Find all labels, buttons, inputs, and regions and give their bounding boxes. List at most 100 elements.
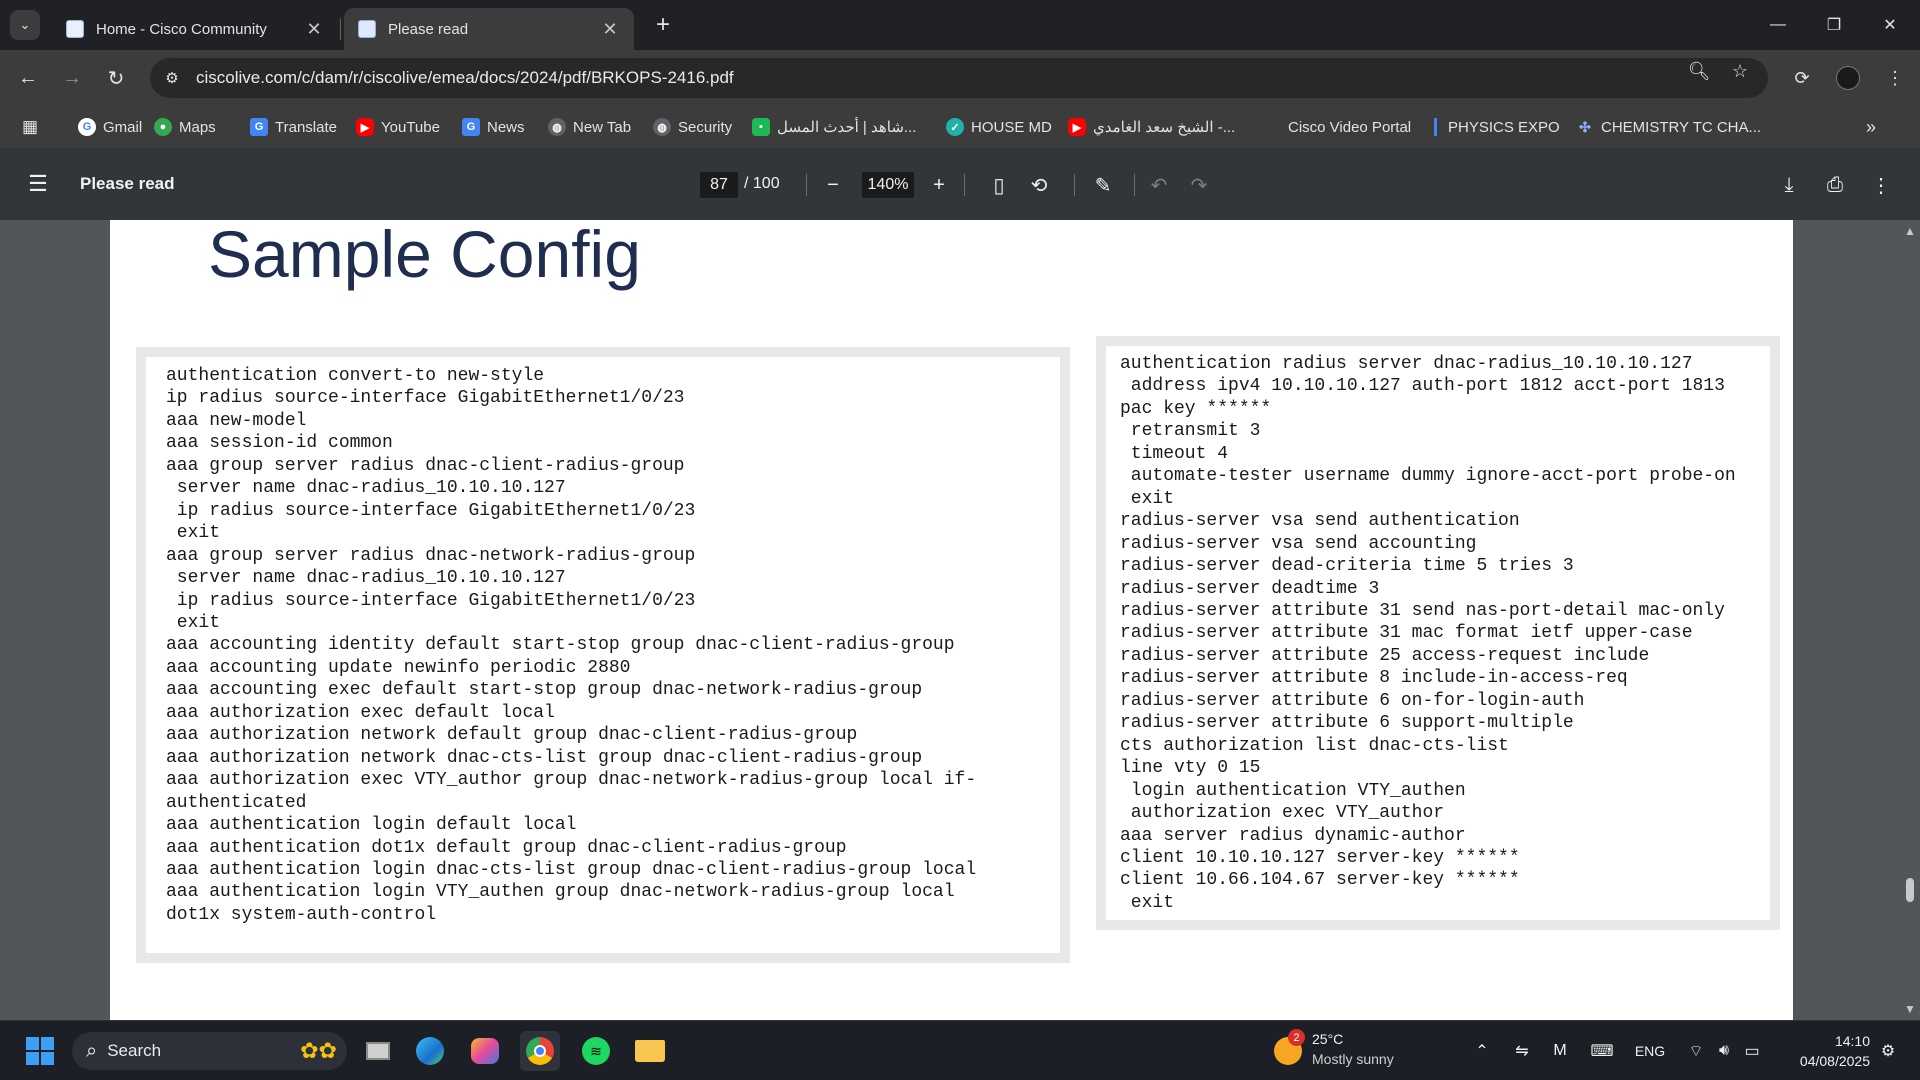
- tab-search-button[interactable]: ⌄: [10, 10, 40, 40]
- bookmarks-bar: ▦ G Gmail ● Maps G Translate ▶ YouTube G…: [0, 106, 1920, 148]
- new-tab-button[interactable]: +: [650, 11, 676, 38]
- zoom-input[interactable]: 140%: [862, 172, 914, 198]
- browser-menu-icon[interactable]: ⋮: [1880, 63, 1910, 93]
- restore-button[interactable]: ❐: [1814, 10, 1854, 40]
- copilot-icon: [471, 1038, 499, 1064]
- url-text[interactable]: ciscolive.com/c/dam/r/ciscolive/emea/doc…: [196, 68, 1768, 88]
- toolbar-divider: [806, 174, 807, 196]
- pdf-viewer[interactable]: Sample Config authentication convert-to …: [0, 220, 1920, 1020]
- restore-icon: ❐: [1826, 17, 1842, 34]
- clock-time: 14:10: [1834, 1033, 1870, 1049]
- annotate-icon[interactable]: ✎: [1090, 172, 1116, 198]
- bookmark-label: New Tab: [573, 118, 632, 136]
- page-total: / 100: [744, 175, 780, 192]
- bookmark-label: شاهد | أحدث المسل...: [777, 119, 917, 136]
- bookmark-shahid[interactable]: ▪ شاهد | أحدث المسل...: [752, 115, 916, 139]
- task-view-icon: [366, 1042, 390, 1060]
- fit-page-icon[interactable]: ▯: [986, 172, 1012, 198]
- slide-title: Sample Config: [208, 220, 641, 291]
- tab-please-read[interactable]: Please read ✕: [344, 8, 634, 50]
- reload-button[interactable]: ↻: [101, 63, 131, 93]
- address-bar[interactable]: ⚙ ciscolive.com/c/dam/r/ciscolive/emea/d…: [150, 58, 1768, 98]
- battery-icon[interactable]: ▭: [1740, 1039, 1764, 1063]
- folder-icon: [635, 1040, 665, 1062]
- weather-temperature: 25°C: [1312, 1031, 1344, 1047]
- zoom-in-icon[interactable]: +: [926, 172, 952, 198]
- sliders-icon[interactable]: ⇋: [1510, 1039, 1534, 1063]
- cisco-favicon-icon: [358, 20, 376, 38]
- copilot-app[interactable]: [465, 1031, 505, 1071]
- close-tab-icon[interactable]: ✕: [600, 19, 620, 39]
- wifi-icon[interactable]: ⌔: [1684, 1039, 1708, 1063]
- download-icon[interactable]: ⤓: [1776, 172, 1802, 198]
- bookmark-new-tab[interactable]: ◍ New Tab: [548, 115, 631, 139]
- edge-icon: [416, 1037, 444, 1065]
- undo-icon[interactable]: ↶: [1146, 172, 1172, 198]
- tab-separator: [340, 18, 341, 40]
- meet-icon[interactable]: M: [1548, 1039, 1572, 1063]
- forward-button[interactable]: →: [57, 63, 87, 93]
- keyboard-icon[interactable]: ⌨: [1590, 1039, 1614, 1063]
- page-number-input[interactable]: 87: [700, 172, 738, 198]
- globe-icon: ◍: [548, 118, 566, 136]
- file-explorer-app[interactable]: [630, 1031, 670, 1071]
- scroll-down-icon[interactable]: ▼: [1903, 1002, 1917, 1016]
- close-tab-icon[interactable]: ✕: [304, 19, 324, 39]
- zoom-icon[interactable]: 🔍︎: [1688, 60, 1711, 82]
- redo-icon[interactable]: ↷: [1186, 172, 1212, 198]
- windows-taskbar: ⌕ Search ✿✿ ≋ 2 25°C Mostly sunny ⌃ ⇋ M …: [0, 1020, 1920, 1080]
- toolbar-divider: [964, 174, 965, 196]
- minimize-button[interactable]: —: [1758, 10, 1798, 40]
- weather-widget[interactable]: 2 25°C Mostly sunny: [1274, 1029, 1414, 1073]
- bookmark-gmail[interactable]: G Gmail: [78, 115, 142, 139]
- bookmark-label: Gmail: [103, 118, 143, 136]
- bookmark-saad-alghamdi[interactable]: ▶ الشيخ سعد الغامدي -...: [1068, 115, 1235, 139]
- back-button[interactable]: ←: [13, 63, 43, 93]
- bookmark-house-md[interactable]: ✓ HOUSE MD: [946, 115, 1052, 139]
- chrome-app[interactable]: [520, 1031, 560, 1071]
- molecule-icon: ✣: [1579, 118, 1591, 135]
- zoom-out-icon[interactable]: −: [820, 172, 846, 198]
- arrow-left-icon: ←: [18, 66, 38, 89]
- pdf-menu-icon[interactable]: ☰: [26, 171, 50, 196]
- apps-icon[interactable]: ▦: [22, 115, 38, 139]
- language-indicator[interactable]: ENG: [1632, 1039, 1668, 1063]
- print-icon[interactable]: ⎙: [1822, 172, 1848, 198]
- profile-avatar[interactable]: [1833, 63, 1863, 93]
- site-info-icon[interactable]: ⚙: [162, 69, 182, 87]
- taskbar-search[interactable]: ⌕ Search ✿✿: [72, 1032, 347, 1070]
- house-md-icon: ✓: [946, 118, 964, 136]
- more-actions-icon[interactable]: ⋮: [1868, 172, 1894, 198]
- notifications-icon[interactable]: ⚙: [1876, 1039, 1900, 1063]
- bookmark-physics-expo[interactable]: PHYSICS EXPO: [1434, 115, 1560, 139]
- bookmark-news[interactable]: G News: [462, 115, 525, 139]
- bookmark-security[interactable]: ◍ Security: [653, 115, 732, 139]
- arrow-right-icon: →: [62, 66, 82, 89]
- volume-icon[interactable]: 🔊︎: [1712, 1039, 1736, 1063]
- more-bookmarks-icon[interactable]: »: [1866, 115, 1876, 139]
- toolbar-divider: [1074, 174, 1075, 196]
- system-clock[interactable]: 14:10 04/08/2025: [1780, 1031, 1870, 1071]
- bookmark-cisco-video-portal[interactable]: Cisco Video Portal: [1288, 115, 1411, 139]
- rotate-icon[interactable]: ⟲: [1026, 172, 1052, 198]
- spotify-app[interactable]: ≋: [576, 1031, 616, 1071]
- clock-date: 04/08/2025: [1799, 1053, 1870, 1069]
- tab-home-cisco-community[interactable]: Home - Cisco Community ✕: [52, 8, 338, 50]
- chevron-up-icon[interactable]: ⌃: [1470, 1039, 1494, 1063]
- bookmark-chemistry[interactable]: ✣ CHEMISTRY TC CHA...: [1576, 115, 1761, 139]
- vertical-scrollbar[interactable]: ▲ ▼: [1900, 220, 1920, 1020]
- task-view-button[interactable]: [358, 1031, 398, 1071]
- scroll-up-icon[interactable]: ▲: [1903, 224, 1917, 238]
- start-button[interactable]: [20, 1031, 60, 1071]
- bookmark-translate[interactable]: G Translate: [250, 115, 337, 139]
- bookmark-star-icon[interactable]: ☆: [1729, 60, 1751, 82]
- bookmark-youtube[interactable]: ▶ YouTube: [356, 115, 440, 139]
- maps-icon: ●: [154, 118, 172, 136]
- extensions-icon[interactable]: ⟳: [1787, 63, 1817, 93]
- edge-app[interactable]: [410, 1031, 450, 1071]
- bookmark-maps[interactable]: ● Maps: [154, 115, 216, 139]
- close-window-button[interactable]: ✕: [1870, 10, 1910, 40]
- scroll-thumb[interactable]: [1906, 878, 1914, 902]
- code-panel: authentication convert-to new-style ip r…: [146, 357, 1060, 953]
- config-code-right: authentication radius server dnac-radius…: [1120, 354, 1736, 913]
